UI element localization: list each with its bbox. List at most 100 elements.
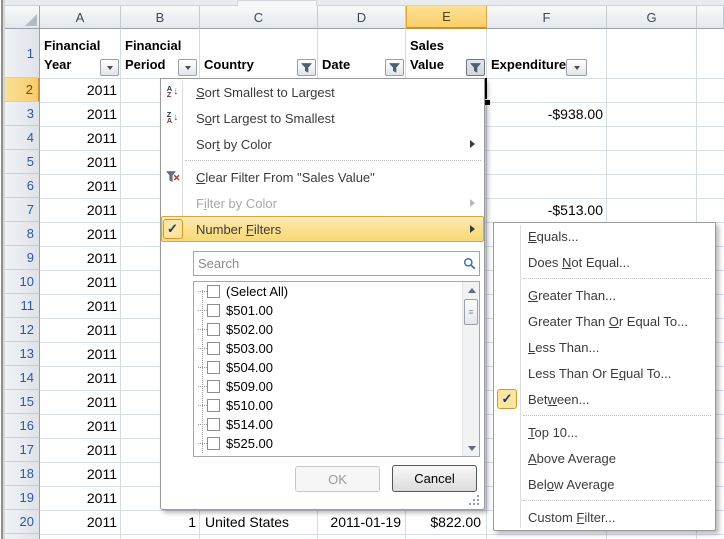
cell-a5[interactable]: 2011 (40, 150, 121, 174)
filter-value-row[interactable]: $503.00 (194, 339, 479, 358)
cell-a7[interactable]: 2011 (40, 198, 121, 222)
search-icon[interactable] (459, 257, 479, 270)
cell-c20[interactable]: United States (200, 510, 318, 534)
row-header-9[interactable]: 9 (5, 246, 40, 270)
cell-a18[interactable]: 2011 (40, 462, 121, 486)
cell-a8[interactable]: 2011 (40, 222, 121, 246)
checkbox[interactable] (207, 437, 220, 450)
filter-value-row-partial[interactable] (194, 453, 479, 457)
cell-a9[interactable]: 2011 (40, 246, 121, 270)
header-cell-expenditure[interactable]: Expenditure (487, 29, 607, 78)
resize-grip[interactable] (468, 494, 480, 506)
cell-a12[interactable]: 2011 (40, 318, 121, 342)
column-header-c[interactable]: C (200, 6, 318, 29)
row-header-11[interactable]: 11 (5, 294, 40, 318)
row-header-20[interactable]: 20 (5, 510, 40, 534)
row-header-4[interactable]: 4 (5, 126, 40, 150)
column-header-b[interactable]: B (121, 6, 200, 29)
row-header-21[interactable] (5, 534, 40, 539)
cell-a19[interactable]: 2011 (40, 486, 121, 510)
menu-item-does-not-equal[interactable]: Does Not Equal... (494, 249, 715, 275)
scrollbar-down-button[interactable] (463, 440, 480, 456)
search-input[interactable] (194, 256, 459, 271)
checkbox[interactable] (207, 380, 220, 393)
menu-item-less-than[interactable]: Less Than... (494, 334, 715, 360)
filter-value-row[interactable]: (Select All) (194, 282, 479, 301)
cell-d20[interactable]: 2011-01-19 (318, 510, 406, 534)
list-scrollbar[interactable]: ≡ (462, 282, 479, 456)
filter-value-row[interactable]: $501.00 (194, 301, 479, 320)
menu-item-equals[interactable]: Equals... (494, 223, 715, 249)
menu-item-number-filters[interactable]: ✓Number Filters (161, 216, 484, 242)
row-header-10[interactable]: 10 (5, 270, 40, 294)
menu-item-above-average[interactable]: Above Average (494, 445, 715, 471)
cell-a14[interactable]: 2011 (40, 366, 121, 390)
scrollbar-up-button[interactable] (463, 282, 480, 298)
filter-button-date[interactable] (385, 59, 404, 76)
filter-value-row[interactable]: $504.00 (194, 358, 479, 377)
cell-a17[interactable]: 2011 (40, 438, 121, 462)
menu-item-filter-by-color[interactable]: Filter by Color (161, 190, 484, 216)
menu-item-below-average[interactable]: Below Average (494, 471, 715, 497)
menu-item-between[interactable]: ✓Between... (494, 386, 715, 412)
cell-a20[interactable]: 2011 (40, 510, 121, 534)
column-header-g[interactable]: G (607, 6, 697, 29)
column-header-partial[interactable] (697, 6, 724, 29)
menu-item-sort-by-color[interactable]: Sort by Color (161, 131, 484, 157)
column-header-a[interactable]: A (40, 6, 121, 29)
scrollbar-thumb[interactable]: ≡ (464, 299, 478, 325)
checkbox[interactable] (207, 399, 220, 412)
cancel-button[interactable]: Cancel (392, 465, 477, 492)
column-header-f[interactable]: F (487, 6, 607, 29)
menu-item-custom-filter[interactable]: Custom Filter... (494, 504, 715, 530)
row-header-7[interactable]: 7 (5, 198, 40, 222)
row-header-6[interactable]: 6 (5, 174, 40, 198)
filter-button-financial-period[interactable] (178, 59, 197, 76)
row-header-14[interactable]: 14 (5, 366, 40, 390)
checkbox[interactable] (207, 361, 220, 374)
row-header-17[interactable]: 17 (5, 438, 40, 462)
checkbox[interactable] (207, 285, 220, 298)
filter-value-row[interactable]: $514.00 (194, 415, 479, 434)
filter-value-row[interactable]: $510.00 (194, 396, 479, 415)
column-header-e[interactable]: E (406, 6, 487, 29)
row-header-2[interactable]: 2 (5, 78, 40, 102)
filter-button-expenditure[interactable] (566, 59, 587, 76)
cell-e20[interactable]: $822.00 (406, 510, 487, 534)
row-header-8[interactable]: 8 (5, 222, 40, 246)
row-header-12[interactable]: 12 (5, 318, 40, 342)
menu-item-sort-largest-to-smallest[interactable]: ZA↓Sort Largest to Smallest (161, 105, 484, 131)
cell-a16[interactable]: 2011 (40, 414, 121, 438)
checkbox[interactable] (207, 304, 220, 317)
filter-button-financial-year[interactable] (100, 59, 119, 76)
row-header-15[interactable]: 15 (5, 390, 40, 414)
ok-button[interactable]: OK (295, 466, 380, 492)
menu-item-less-than-or-equal-to[interactable]: Less Than Or Equal To... (494, 360, 715, 386)
cell-a4[interactable]: 2011 (40, 126, 121, 150)
cell-a2[interactable]: 2011 (40, 78, 121, 102)
row-header-16[interactable]: 16 (5, 414, 40, 438)
checkbox[interactable] (207, 323, 220, 336)
filter-button-country[interactable] (297, 59, 316, 76)
cell-f3[interactable]: -$938.00 (487, 102, 607, 126)
menu-item-greater-than[interactable]: Greater Than... (494, 282, 715, 308)
checkbox[interactable] (207, 418, 220, 431)
cell-a11[interactable]: 2011 (40, 294, 121, 318)
menu-item-greater-than-or-equal-to[interactable]: Greater Than Or Equal To... (494, 308, 715, 334)
cell-f7[interactable]: -$513.00 (487, 198, 607, 222)
cell-a6[interactable]: 2011 (40, 174, 121, 198)
row-header-19[interactable]: 19 (5, 486, 40, 510)
cell-a13[interactable]: 2011 (40, 342, 121, 366)
column-header-d[interactable]: D (318, 6, 406, 29)
row-header-13[interactable]: 13 (5, 342, 40, 366)
menu-item-clear-filter-from-sales-value[interactable]: Clear Filter From "Sales Value" (161, 164, 484, 190)
row-header-5[interactable]: 5 (5, 150, 40, 174)
row-header-18[interactable]: 18 (5, 462, 40, 486)
filter-value-row[interactable]: $509.00 (194, 377, 479, 396)
filter-value-row[interactable]: $502.00 (194, 320, 479, 339)
row-header-1[interactable]: 1 (5, 29, 40, 78)
checkbox[interactable] (207, 456, 220, 457)
select-all-corner[interactable] (5, 6, 40, 29)
cell-a15[interactable]: 2011 (40, 390, 121, 414)
cell-b20[interactable]: 1 (121, 510, 200, 534)
